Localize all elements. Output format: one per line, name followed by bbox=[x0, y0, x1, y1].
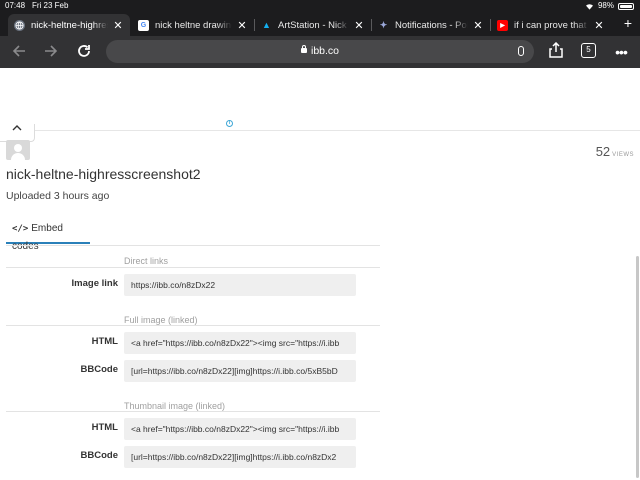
chevron-up-icon bbox=[12, 124, 22, 135]
status-bar: 07:48 Fri 23 Feb 98% bbox=[0, 0, 640, 12]
back-button[interactable] bbox=[10, 43, 28, 61]
more-menu-icon[interactable]: ••• bbox=[611, 42, 631, 62]
share-button[interactable] bbox=[546, 41, 566, 62]
battery-icon bbox=[618, 2, 634, 10]
date: Fri 23 Feb bbox=[32, 1, 69, 10]
tab-label: nick-heltne-highresscreenshot2 bbox=[31, 19, 108, 31]
image-link-label: Image link bbox=[71, 278, 118, 289]
browser-toolbar: ibb.co 5 ••• bbox=[0, 36, 640, 68]
reload-button[interactable] bbox=[75, 43, 93, 61]
views-count: 52 bbox=[595, 144, 611, 159]
status-right: 98% bbox=[585, 0, 634, 12]
tab-pokemon[interactable]: ✦ Notifications - Pokémon ✕ bbox=[372, 14, 490, 36]
tab-label: nick heltne drawing bbox=[155, 19, 232, 31]
forward-button[interactable] bbox=[42, 43, 60, 61]
upload-time: Uploaded 3 hours ago bbox=[6, 190, 110, 202]
lock-icon bbox=[300, 45, 307, 53]
google-icon: G bbox=[138, 19, 149, 31]
ad-info-icon[interactable]: i bbox=[226, 120, 233, 127]
arrow-right-icon bbox=[45, 45, 58, 57]
views-counter: 52 VIEWS bbox=[596, 143, 634, 161]
url-text: ibb.co bbox=[310, 45, 340, 57]
bbcode-label: BBCode bbox=[80, 450, 118, 461]
scrollbar[interactable] bbox=[636, 256, 639, 478]
section-divider bbox=[6, 267, 380, 268]
clock: 07:48 bbox=[5, 1, 26, 10]
image-link-field[interactable]: https://ibb.co/n8zDx22 bbox=[124, 274, 356, 296]
bbcode-label: BBCode bbox=[80, 364, 118, 375]
battery-percent: 98% bbox=[597, 1, 614, 10]
avatar[interactable] bbox=[6, 140, 30, 160]
artstation-icon: ▲ bbox=[262, 20, 271, 30]
tab-label: ArtStation - Nick Heltne bbox=[278, 19, 349, 31]
close-tab-icon[interactable]: ✕ bbox=[112, 19, 124, 32]
youtube-icon: ▶ bbox=[497, 19, 508, 31]
section-title-thumbnail: Thumbnail image (linked) bbox=[124, 401, 226, 411]
thumb-html-field[interactable]: <a href="https://ibb.co/n8zDx22"><img sr… bbox=[124, 418, 356, 440]
divider bbox=[35, 130, 640, 131]
avatar-body bbox=[11, 153, 25, 160]
reload-icon bbox=[78, 45, 90, 57]
globe-icon bbox=[14, 19, 25, 31]
tab-strip: nick-heltne-highresscreenshot2 ✕ G nick … bbox=[0, 12, 640, 36]
tab-ibb[interactable]: nick-heltne-highresscreenshot2 ✕ bbox=[8, 14, 130, 36]
full-html-field[interactable]: <a href="https://ibb.co/n8zDx22"><img sr… bbox=[124, 332, 356, 354]
code-icon: </> bbox=[12, 224, 29, 234]
tab-underline bbox=[6, 245, 380, 246]
tab-artstation[interactable]: ▲ ArtStation - Nick Heltne ✕ bbox=[255, 14, 371, 36]
microphone-icon[interactable] bbox=[518, 46, 524, 56]
section-divider bbox=[6, 325, 380, 326]
pokemon-icon: ✦ bbox=[379, 19, 388, 30]
html-label: HTML bbox=[91, 422, 118, 433]
close-tab-icon[interactable]: ✕ bbox=[593, 19, 605, 32]
arrow-left-icon bbox=[12, 45, 25, 57]
close-tab-icon[interactable]: ✕ bbox=[472, 19, 484, 32]
full-bbcode-field[interactable]: [url=https://ibb.co/n8zDx22][img]https:/… bbox=[124, 360, 356, 382]
tab-label: Notifications - Pokémon bbox=[395, 19, 468, 31]
close-tab-icon[interactable]: ✕ bbox=[353, 19, 365, 32]
wifi-icon bbox=[585, 3, 593, 10]
page-title: nick-heltne-highresscreenshot2 bbox=[6, 166, 201, 182]
close-tab-icon[interactable]: ✕ bbox=[236, 19, 248, 32]
address-bar[interactable]: ibb.co bbox=[106, 40, 534, 63]
share-icon bbox=[549, 41, 563, 58]
new-tab-button[interactable]: + bbox=[624, 16, 632, 30]
tab-switcher-button[interactable]: 5 bbox=[581, 43, 596, 58]
tab-label: if i can prove that i m... bbox=[514, 19, 589, 31]
ad-banner: i bbox=[0, 68, 640, 130]
html-label: HTML bbox=[91, 336, 118, 347]
tab-google[interactable]: G nick heltne drawing ✕ bbox=[132, 14, 254, 36]
thumb-bbcode-field[interactable]: [url=https://ibb.co/n8zDx22][img]https:/… bbox=[124, 446, 356, 468]
section-divider bbox=[6, 411, 380, 412]
tab-youtube[interactable]: ▶ if i can prove that i m... ✕ bbox=[491, 14, 611, 36]
section-title-direct: Direct links bbox=[124, 256, 169, 266]
views-label: VIEWS bbox=[612, 152, 634, 158]
tab-embed-codes[interactable]: </> Embed codes bbox=[6, 220, 90, 252]
avatar-head bbox=[14, 144, 22, 152]
web-page: i 52 VIEWS nick-heltne-highresscreenshot2… bbox=[0, 68, 640, 480]
section-title-full: Full image (linked) bbox=[124, 315, 198, 325]
